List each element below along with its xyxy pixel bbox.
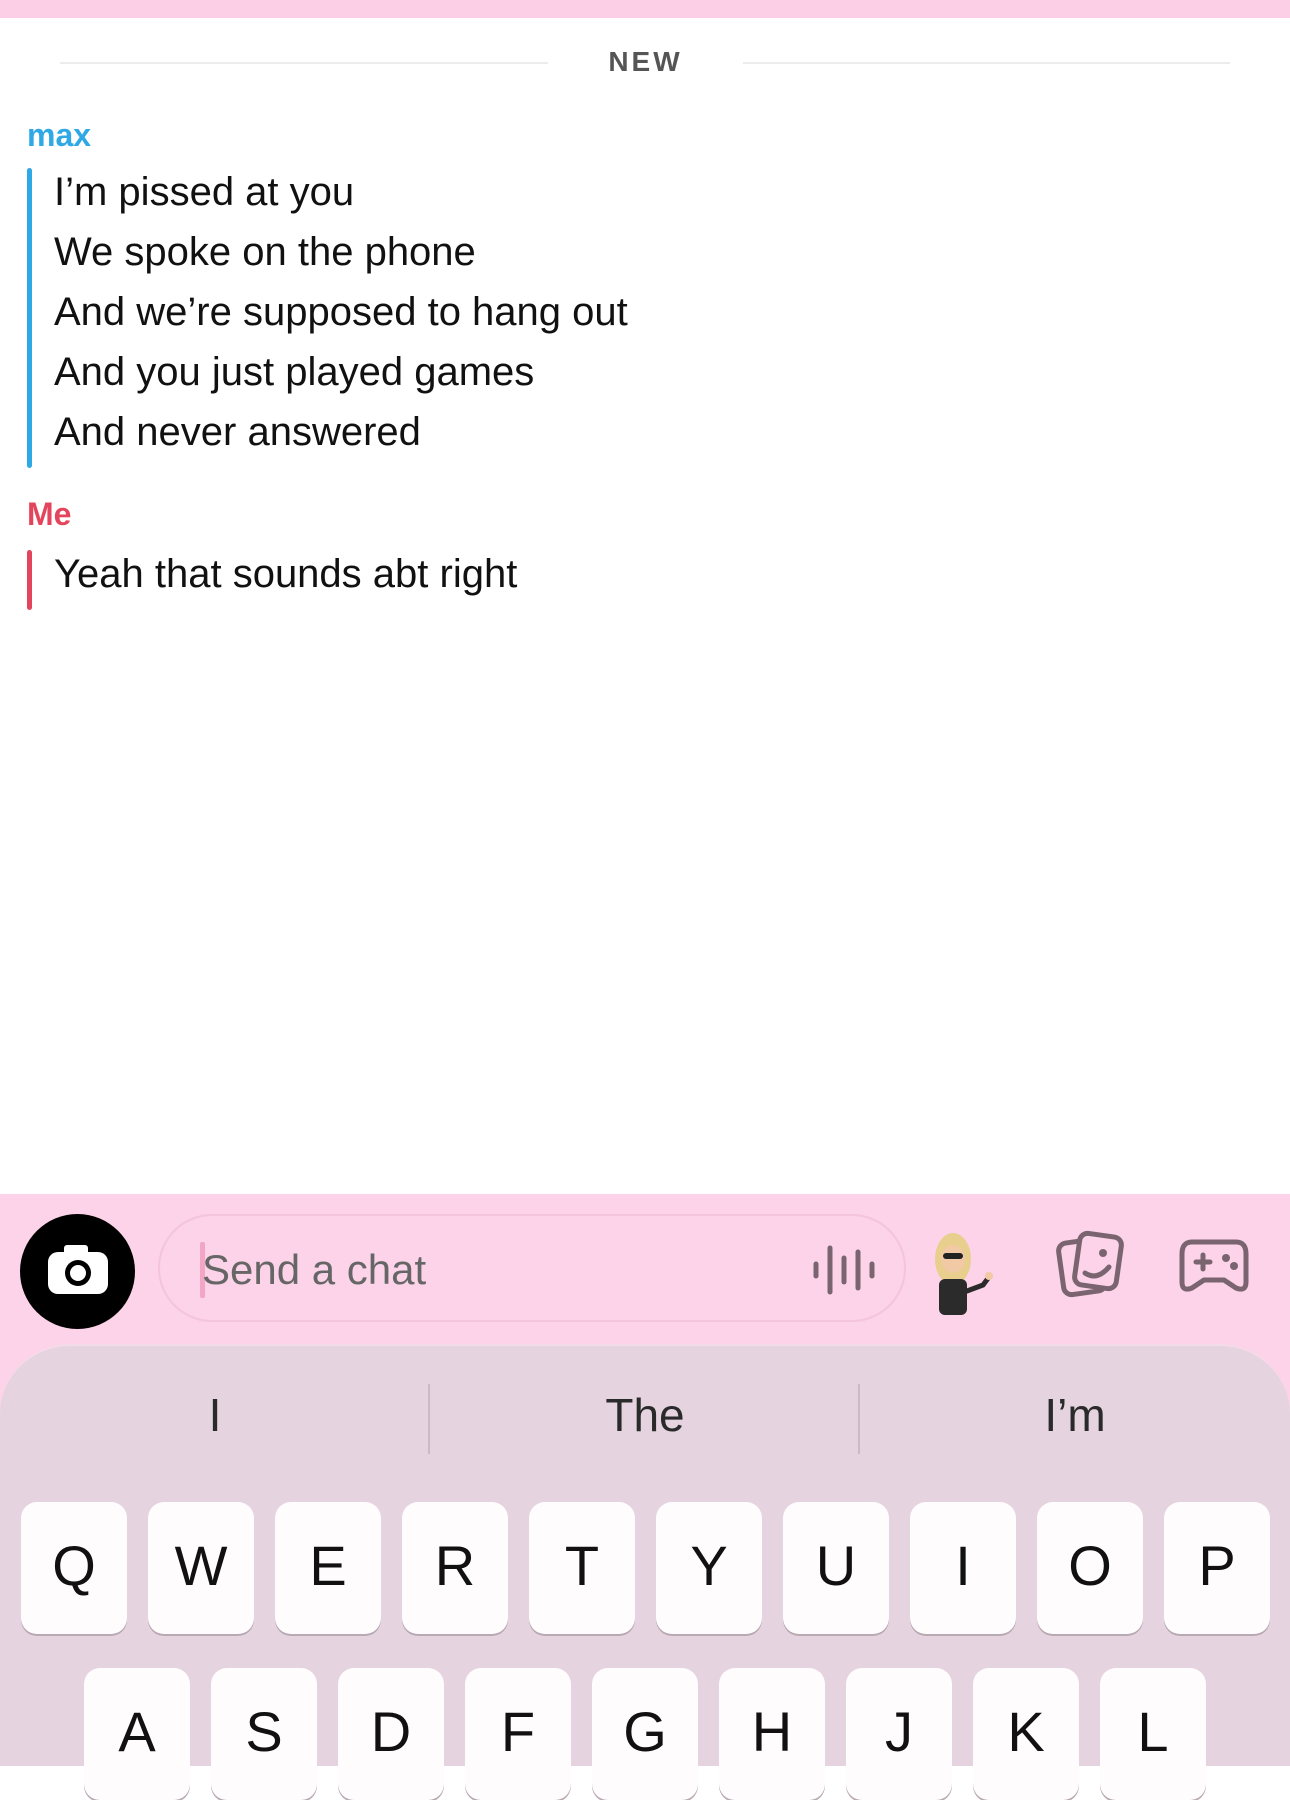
key-y[interactable]: Y (656, 1502, 762, 1634)
camera-icon (48, 1245, 108, 1294)
key-q[interactable]: Q (21, 1502, 127, 1634)
games-button[interactable] (1178, 1234, 1250, 1296)
chat-message[interactable]: And we’re supposed to hang out (54, 290, 628, 335)
game-controller-icon (1179, 1239, 1249, 1292)
key-w[interactable]: W (148, 1502, 254, 1634)
sender-name-me: Me (27, 496, 72, 532)
chat-composer (0, 1194, 1290, 1344)
chat-message[interactable]: And you just played games (54, 350, 534, 395)
divider-line-left (60, 62, 548, 64)
sender-accent-bar (27, 550, 32, 610)
bitmoji-button[interactable] (925, 1229, 995, 1319)
top-status-strip (0, 0, 1290, 18)
bitmoji-avatar (935, 1233, 993, 1315)
key-j[interactable]: J (846, 1668, 952, 1800)
key-k[interactable]: K (973, 1668, 1079, 1800)
key-e[interactable]: E (275, 1502, 381, 1634)
sticker-icon (1056, 1230, 1124, 1298)
key-t[interactable]: T (529, 1502, 635, 1634)
chat-input-field[interactable] (158, 1214, 906, 1322)
chat-message[interactable]: Yeah that sounds abt right (54, 552, 517, 597)
key-h[interactable]: H (719, 1668, 825, 1800)
key-l[interactable]: L (1100, 1668, 1206, 1800)
key-g[interactable]: G (592, 1668, 698, 1800)
key-o[interactable]: O (1037, 1502, 1143, 1634)
chat-message[interactable]: I’m pissed at you (54, 170, 354, 215)
send-chat-input[interactable] (200, 1236, 764, 1304)
key-i[interactable]: I (910, 1502, 1016, 1634)
keyboard-panel: I The I’m Q W E R T Y U I O P A S D F G … (0, 1344, 1290, 1800)
keyboard: I The I’m Q W E R T Y U I O P A S D F G … (0, 1344, 1290, 1800)
key-a[interactable]: A (84, 1668, 190, 1800)
voice-note-button[interactable] (808, 1240, 880, 1300)
suggestion-3[interactable]: I’m (860, 1388, 1290, 1442)
key-f[interactable]: F (465, 1668, 571, 1800)
voice-waveform-icon (813, 1245, 875, 1295)
key-s[interactable]: S (211, 1668, 317, 1800)
key-r[interactable]: R (402, 1502, 508, 1634)
sticker-button[interactable] (1055, 1229, 1127, 1301)
key-d[interactable]: D (338, 1668, 444, 1800)
key-p[interactable]: P (1164, 1502, 1270, 1634)
sender-name-max: max (27, 117, 92, 153)
sender-accent-bar (27, 168, 32, 468)
divider-line-right (743, 62, 1230, 64)
new-label: NEW (608, 46, 683, 77)
new-messages-divider: NEW (60, 40, 1230, 90)
suggestion-2[interactable]: The (430, 1388, 860, 1442)
chat-message[interactable]: And never answered (54, 410, 421, 455)
chat-message[interactable]: We spoke on the phone (54, 230, 476, 275)
key-u[interactable]: U (783, 1502, 889, 1634)
suggestion-1[interactable]: I (0, 1388, 430, 1442)
camera-button[interactable] (20, 1214, 135, 1329)
